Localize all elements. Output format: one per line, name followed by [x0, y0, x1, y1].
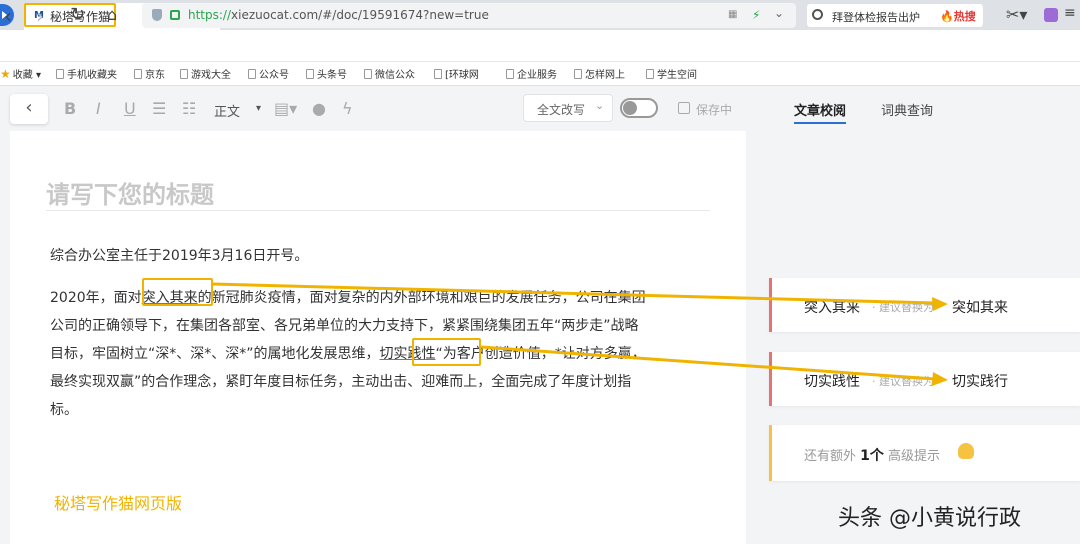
bolt-icon[interactable]: ⚡ — [752, 8, 760, 22]
highlight-box-annotation — [412, 338, 481, 366]
forward-icon[interactable]: › — [36, 4, 44, 28]
tab-dictionary[interactable]: 词典查询 — [881, 100, 933, 119]
format-icon[interactable]: ▤▾ — [274, 99, 297, 118]
highlight-box-annotation — [142, 278, 213, 306]
suggestion-original: 切实践性 — [804, 374, 860, 390]
bookmark-item[interactable]: 游戏大全 — [180, 66, 231, 81]
paragraph-line[interactable]: 最终实现双赢”的合作理念，紧盯年度目标任务，主动出击、迎难而上，全面完成了年度计… — [50, 371, 631, 391]
paragraph-line[interactable]: 目标，牢固树立“深*、深*、深*”的属地化发展思维，切实践性“为客户创造价值，*… — [50, 343, 646, 363]
page-icon — [134, 69, 142, 79]
page-icon — [364, 69, 372, 79]
heading-select[interactable]: 正文 — [214, 101, 240, 120]
page-icon — [306, 69, 314, 79]
caret-down-icon[interactable]: ▾ — [256, 103, 261, 114]
suggestion-replacement[interactable]: 突如其来 — [952, 297, 1008, 317]
bookmark-item[interactable]: 怎样网上 — [574, 66, 625, 81]
bookmark-favorites[interactable]: ★ 收藏 ▾ — [0, 66, 41, 81]
bookmark-item[interactable]: 微信公众 — [364, 66, 415, 81]
menu-icon[interactable]: ≡ — [1064, 5, 1076, 21]
search-text[interactable]: 拜登体检报告出炉 — [832, 9, 920, 25]
bookmark-item[interactable]: [环球网 — [434, 66, 479, 81]
star-icon: ★ — [0, 67, 11, 81]
suggestion-hint: · 建议替换为 — [872, 301, 934, 314]
paragraph[interactable]: 综合办公室主任于2019年3月16日开号。 — [50, 245, 308, 265]
title-divider — [46, 210, 710, 211]
shield-icon[interactable] — [152, 9, 162, 21]
flash-icon[interactable]: ϟ — [342, 99, 353, 118]
page-icon — [180, 69, 188, 79]
save-status: 保存中 — [696, 103, 733, 117]
chevron-down-icon[interactable]: ⌄ — [595, 99, 604, 112]
page-icon — [506, 69, 514, 79]
bullet-list-icon[interactable]: ☰ — [152, 99, 166, 118]
page-icon — [646, 69, 654, 79]
url-text[interactable]: https://xiezuocat.com/#/doc/19591674?new… — [188, 8, 489, 22]
circle-icon[interactable]: ● — [312, 99, 326, 118]
bookmark-item[interactable]: 京东 — [134, 66, 165, 81]
bookmark-item[interactable]: 头条号 — [306, 66, 347, 81]
search-icon — [812, 9, 823, 20]
lock-icon[interactable] — [170, 10, 180, 20]
address-bar — [0, 30, 1080, 62]
home-icon[interactable]: ⌂ — [107, 5, 117, 24]
reload-icon[interactable]: ↻ — [70, 4, 85, 25]
bookmark-item[interactable]: 企业服务 — [506, 66, 557, 81]
watermark-text: 秘塔写作猫网页版 — [54, 494, 183, 513]
toggle-knob[interactable] — [623, 101, 637, 115]
overlay-watermark: 头条 @小黄说行政 — [838, 506, 1021, 531]
phone-icon — [56, 69, 64, 79]
bookmark-item[interactable]: 学生空间 — [646, 66, 697, 81]
paragraph-line[interactable]: 标。 — [50, 399, 78, 419]
suggestion-hint: · 建议替换为 — [872, 375, 934, 388]
rewrite-label[interactable]: 全文改写 — [537, 101, 585, 118]
advanced-tips-text[interactable]: 还有额外 1个 高级提示 — [804, 445, 940, 465]
suggestion-original: 突入其来 — [804, 300, 860, 316]
hot-search-badge[interactable]: 🔥热搜 — [940, 8, 976, 24]
scissors-icon[interactable]: ✂▾ — [1006, 5, 1027, 24]
page-icon — [434, 69, 442, 79]
paragraph-line[interactable]: 2020年，面对突入其来的新冠肺炎疫情，面对复杂的内外部环境和艰巨的发展任务，公… — [50, 287, 646, 307]
bookmark-item[interactable]: 公众号 — [248, 66, 289, 81]
numbered-list-icon[interactable]: ☷ — [182, 99, 196, 118]
suggestion-replacement[interactable]: 切实践行 — [952, 371, 1008, 391]
lightbulb-icon — [958, 443, 974, 459]
page-icon — [248, 69, 256, 79]
back-icon[interactable]: ‹ — [4, 4, 12, 28]
qr-icon[interactable]: ▦ — [728, 9, 737, 20]
back-button[interactable]: ‹ — [10, 94, 48, 124]
extension-icon[interactable] — [1044, 8, 1058, 22]
tab-proofread[interactable]: 文章校阅 — [794, 100, 847, 124]
page-icon — [574, 69, 582, 79]
title-input[interactable]: 请写下您的标题 — [46, 175, 214, 210]
underline-icon[interactable]: U — [124, 99, 136, 118]
italic-icon[interactable]: I — [96, 99, 101, 118]
bookmark-item[interactable]: 手机收藏夹 — [56, 66, 117, 81]
paragraph-line[interactable]: 公司的正确领导下，在集团各部室、各兄弟单位的大力支持下，紧紧围绕集团五年“两步走… — [50, 315, 639, 335]
save-icon — [678, 102, 690, 114]
chevron-down-icon[interactable]: ⌄ — [774, 6, 784, 20]
bold-icon[interactable]: B — [64, 99, 76, 118]
